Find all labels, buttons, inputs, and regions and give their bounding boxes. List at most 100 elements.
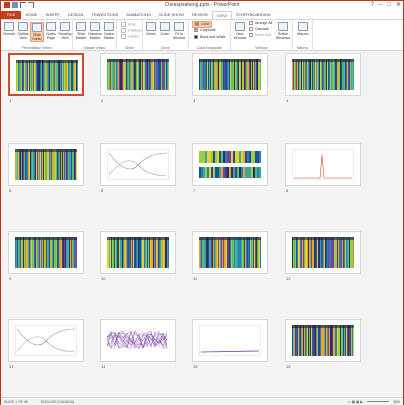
zoom-label: Zoom bbox=[160, 32, 170, 36]
arrange-all-label: Arrange All bbox=[255, 21, 273, 25]
close-icon[interactable]: ✕ bbox=[396, 2, 401, 9]
window-group: New Window Arrange All Cascade Move Spli… bbox=[231, 20, 293, 51]
slide-sorter-button[interactable]: Slide Sorter bbox=[30, 22, 44, 42]
maximize-icon[interactable]: □ bbox=[387, 2, 391, 9]
slide-count: SLIDE 1 OF 45 bbox=[4, 400, 28, 404]
reading-view-button[interactable]: Reading View bbox=[58, 22, 72, 40]
color-grayscale-group: Color Grayscale Black and White Color/Gr… bbox=[189, 20, 231, 51]
notes-page-icon bbox=[46, 22, 56, 31]
fit-to-window-label: Fit to Window bbox=[172, 32, 186, 40]
tab-design[interactable]: DESIGN bbox=[64, 11, 87, 19]
master-views-label: Master Views bbox=[84, 46, 105, 50]
tab-file[interactable]: FILE bbox=[1, 11, 22, 19]
slide-thumbnail[interactable] bbox=[100, 319, 176, 362]
tab-transitions[interactable]: TRANSITIONS bbox=[87, 11, 122, 19]
slide-thumbnail[interactable] bbox=[192, 319, 268, 362]
slide-number: 15 bbox=[193, 364, 198, 369]
magnifier-icon bbox=[160, 22, 170, 31]
notes-button[interactable]: Notes bbox=[144, 22, 158, 36]
slide-master-button[interactable]: Slide Master bbox=[74, 22, 88, 40]
ribbon: Normal Outline View Slide Sorter Notes P… bbox=[1, 19, 403, 51]
help-icon[interactable]: ? bbox=[371, 2, 374, 9]
normal-view-button[interactable]: Normal bbox=[2, 22, 16, 36]
slide-thumbnail[interactable] bbox=[285, 319, 361, 362]
slide-thumbnail[interactable] bbox=[100, 143, 176, 186]
show-label: Show bbox=[125, 46, 134, 50]
notes-master-button[interactable]: Notes Master bbox=[102, 22, 116, 40]
handout-master-label: Handout Master bbox=[88, 32, 102, 40]
slide-number: 16 bbox=[286, 364, 291, 369]
reading-view-label: Reading View bbox=[58, 32, 72, 40]
slide-thumbnail[interactable] bbox=[8, 231, 84, 274]
normal-view-label: Normal bbox=[3, 32, 15, 36]
outline-view-button[interactable]: Outline View bbox=[16, 22, 30, 40]
tab-insert[interactable]: INSERT bbox=[41, 11, 64, 19]
slide-thumbnail[interactable] bbox=[8, 53, 84, 96]
move-split-button[interactable]: Move Split bbox=[249, 33, 271, 38]
zoom-group-label: Zoom bbox=[161, 46, 170, 50]
notes-label: Notes bbox=[146, 32, 156, 36]
macros-button[interactable]: Macros bbox=[296, 22, 310, 36]
zoom-slider[interactable] bbox=[367, 401, 389, 402]
gridlines-checkbox[interactable]: Gridlines bbox=[121, 28, 142, 33]
switch-windows-button[interactable]: Switch Windows bbox=[275, 22, 291, 40]
presentation-views-group: Normal Outline View Slide Sorter Notes P… bbox=[1, 20, 73, 51]
minimize-icon[interactable]: – bbox=[379, 2, 382, 9]
slide-thumbnail[interactable] bbox=[285, 143, 361, 186]
ribbon-tabs: FILE HOME INSERT DESIGN TRANSITIONS ANIM… bbox=[1, 11, 403, 19]
tab-review[interactable]: REVIEW bbox=[188, 11, 212, 19]
zoom-level[interactable]: 38% bbox=[393, 400, 400, 404]
macros-group: Macros Macros bbox=[293, 20, 313, 51]
color-button[interactable]: Color bbox=[192, 21, 213, 28]
slide-plot-image bbox=[107, 237, 169, 268]
fit-to-window-button[interactable]: Fit to Window bbox=[172, 22, 186, 40]
black-white-swatch-icon bbox=[194, 35, 198, 40]
new-window-button[interactable]: New Window bbox=[233, 22, 247, 40]
slide-thumbnail[interactable] bbox=[285, 53, 361, 96]
slide-thumbnail[interactable] bbox=[192, 231, 268, 274]
reading-view-icon bbox=[60, 22, 70, 31]
notes-page-button[interactable]: Notes Page bbox=[44, 22, 58, 40]
master-views-group: Slide Master Handout Master Notes Master… bbox=[73, 20, 117, 51]
arrange-all-button[interactable]: Arrange All bbox=[249, 21, 272, 26]
notes-icon bbox=[146, 22, 156, 31]
slide-thumbnail[interactable] bbox=[192, 143, 268, 186]
slide-thumbnail[interactable] bbox=[100, 53, 176, 96]
language-indicator[interactable]: ENGLISH (CANADA) bbox=[41, 400, 74, 404]
tab-slide-show[interactable]: SLIDE SHOW bbox=[155, 11, 188, 19]
slide-plot-image bbox=[199, 151, 261, 178]
tab-view[interactable]: VIEW bbox=[211, 11, 233, 19]
ruler-checkbox[interactable]: Ruler bbox=[121, 22, 136, 27]
title-bar: Cheaspeaheng.pptx - PowerPoint ? – □ ✕ bbox=[1, 1, 403, 11]
arrange-all-icon bbox=[249, 21, 253, 26]
slide-plot-image bbox=[15, 325, 77, 356]
guides-checkbox[interactable]: Guides bbox=[121, 34, 139, 39]
slide-sorter-icon bbox=[32, 23, 42, 32]
slide-number: 10 bbox=[101, 276, 106, 281]
tab-home[interactable]: HOME bbox=[21, 11, 41, 19]
slide-thumbnail[interactable] bbox=[8, 319, 84, 362]
color-swatch-icon bbox=[195, 22, 199, 27]
cascade-button[interactable]: Cascade bbox=[249, 27, 269, 32]
normal-view-icon bbox=[4, 22, 14, 31]
grayscale-button[interactable]: Grayscale bbox=[192, 28, 218, 33]
zoom-button[interactable]: Zoom bbox=[158, 22, 172, 36]
macros-label: Macros bbox=[297, 32, 309, 36]
slide-plot-image bbox=[292, 59, 354, 90]
handout-master-button[interactable]: Handout Master bbox=[88, 22, 102, 40]
slide-number: 7 bbox=[193, 188, 196, 193]
fit-to-window-icon bbox=[174, 22, 184, 31]
notes-master-label: Notes Master bbox=[103, 32, 115, 40]
switch-windows-icon bbox=[278, 22, 288, 31]
tab-animations[interactable]: ANIMATIONS bbox=[122, 11, 155, 19]
slide-plot-image bbox=[199, 237, 261, 268]
window-controls: ? – □ ✕ bbox=[371, 2, 401, 9]
slide-plot-image bbox=[16, 60, 78, 91]
slide-plot-image bbox=[199, 325, 261, 356]
slide-thumbnail[interactable] bbox=[100, 231, 176, 274]
slide-thumbnail[interactable] bbox=[192, 53, 268, 96]
black-and-white-button[interactable]: Black and White bbox=[192, 35, 227, 40]
tab-storyboarding[interactable]: STORYBOARDING bbox=[232, 11, 275, 19]
slide-thumbnail[interactable] bbox=[285, 231, 361, 274]
slide-thumbnail[interactable] bbox=[8, 143, 84, 186]
